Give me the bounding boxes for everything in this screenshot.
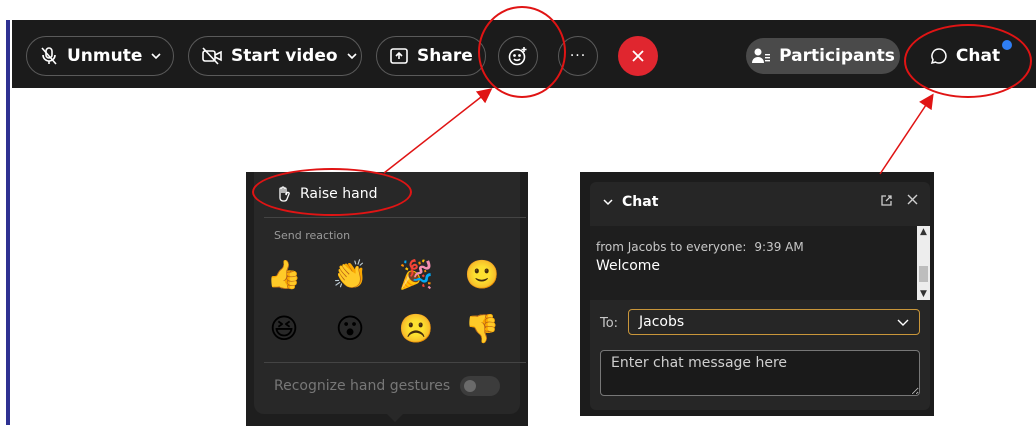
annotation-arrows bbox=[383, 88, 934, 175]
arrow-to-reactions bbox=[383, 88, 493, 174]
arrow-to-chat bbox=[879, 93, 934, 175]
